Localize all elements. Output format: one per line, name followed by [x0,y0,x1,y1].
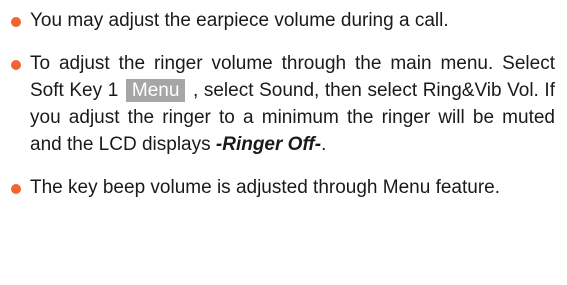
list-item: The key beep volume is adjusted through … [8,174,555,201]
list-item: You may adjust the earpiece volume durin… [8,7,555,34]
list-item: To adjust the ringer volume through the … [8,50,555,158]
item-text-after: . [321,134,327,155]
bullet-icon [11,60,21,70]
bullet-icon [11,17,21,27]
lcd-display-text: -Ringer Off- [215,134,322,155]
softkey-menu-label: Menu [125,79,186,102]
bullet-list: You may adjust the earpiece volume durin… [8,7,555,201]
item-text: You may adjust the earpiece volume durin… [30,10,449,31]
item-text: The key beep volume is adjusted through … [30,177,501,198]
document-page: You may adjust the earpiece volume durin… [0,0,567,285]
bullet-icon [11,184,21,194]
